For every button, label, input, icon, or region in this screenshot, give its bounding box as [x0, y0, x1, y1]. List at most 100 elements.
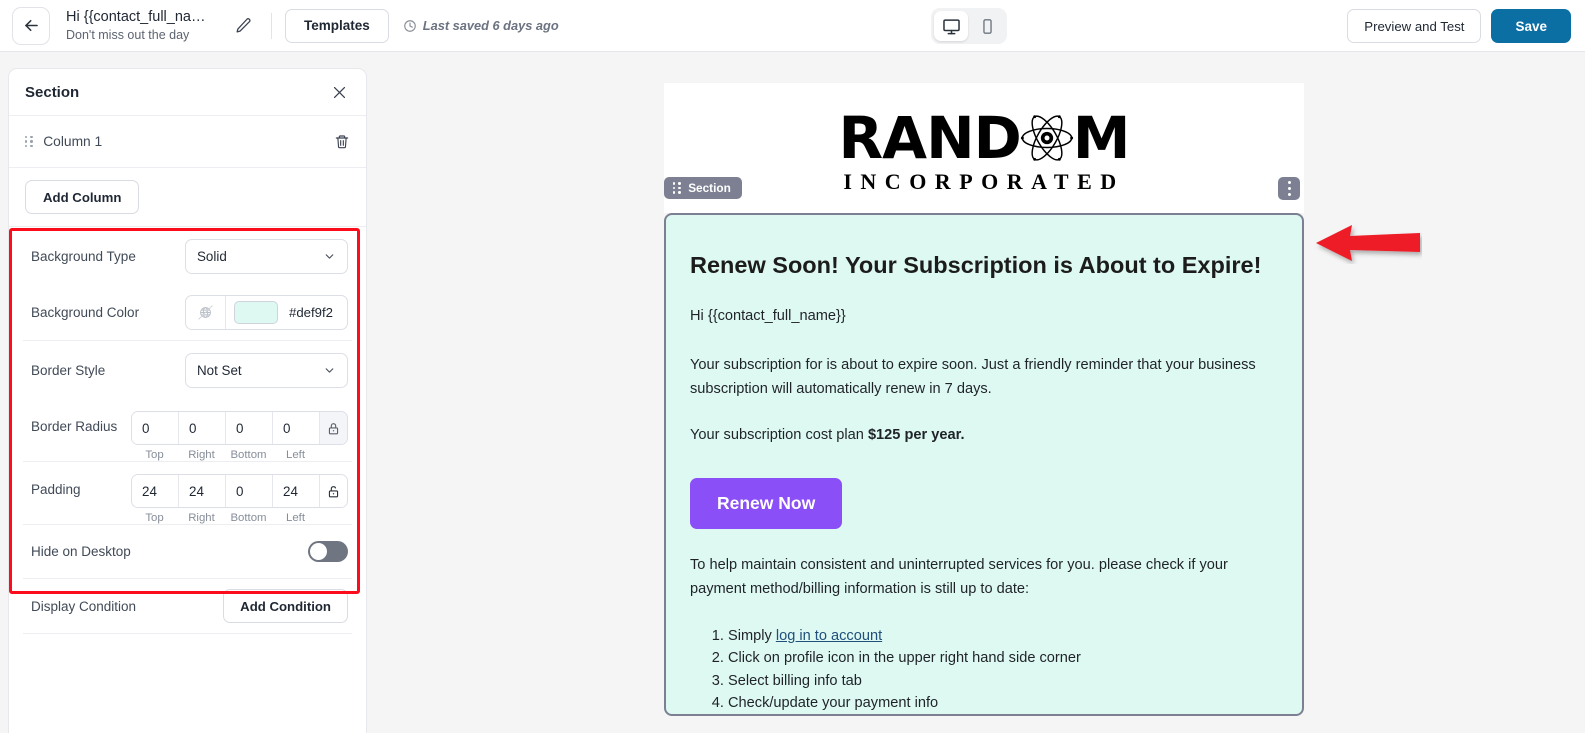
cost-prefix: Your subscription cost plan	[690, 427, 868, 444]
border-style-label: Border Style	[31, 362, 106, 378]
padding-top-input[interactable]: 24	[132, 475, 179, 507]
background-color-swatch[interactable]	[234, 301, 278, 324]
display-condition-row: Display Condition Add Condition	[9, 579, 366, 633]
column-item-left: Column 1	[25, 134, 102, 149]
email-steps-list: Simply log in to account Click on profil…	[690, 625, 1278, 714]
border-style-select[interactable]: Not Set	[185, 352, 348, 388]
email-builder-app: Hi {{contact_full_na… Don't miss out the…	[0, 0, 1585, 733]
section-settings-sidebar: Section Column 1 Add Column Background T…	[8, 68, 367, 733]
arrow-left-icon	[24, 19, 38, 32]
email-document: RAND M INCORPORATED Section Renew Soon! …	[664, 83, 1304, 716]
background-color-row: Background Color #def9f2	[9, 285, 366, 340]
renew-now-button[interactable]: Renew Now	[690, 477, 843, 529]
red-arrow-left-icon	[1316, 225, 1420, 261]
toolbar-divider	[271, 12, 272, 39]
side-label-left: Left	[286, 512, 305, 524]
add-condition-button[interactable]: Add Condition	[223, 589, 348, 623]
list-item: Click on profile icon in the upper right…	[728, 647, 1278, 669]
column-list-item[interactable]: Column 1	[9, 116, 366, 168]
save-label: Save	[1515, 18, 1547, 34]
padding-row: Padding 24 24 0 24 Top Right Bottom Left	[9, 462, 366, 524]
logo-section[interactable]: RAND M INCORPORATED Section	[664, 83, 1304, 213]
cost-amount: $125 per year.	[867, 427, 965, 444]
back-button[interactable]	[12, 6, 50, 45]
device-desktop-button[interactable]	[934, 11, 968, 41]
list-item: Check/update your payment info	[728, 692, 1278, 714]
logo-text-left: RAND	[838, 104, 1022, 172]
topbar-actions: Preview and Test Save	[1347, 9, 1571, 43]
settings-divider-5	[23, 633, 352, 634]
section-badge-label: Section	[688, 181, 731, 195]
drag-grip-icon[interactable]	[25, 135, 33, 148]
background-type-value: Solid	[197, 248, 227, 264]
sidebar-header: Section	[9, 69, 366, 116]
hide-on-desktop-row: Hide on Desktop	[9, 525, 366, 578]
kebab-dot	[1287, 192, 1291, 196]
background-type-row: Background Type Solid	[9, 227, 366, 285]
drag-grip-icon[interactable]	[673, 182, 681, 194]
background-color-control[interactable]: #def9f2	[185, 295, 348, 330]
border-style-value: Not Set	[197, 362, 242, 378]
email-paragraph-2: To help maintain consistent and uninterr…	[690, 556, 1228, 597]
padding-bottom-input[interactable]: 0	[226, 475, 273, 507]
border-radius-top-input[interactable]: 0	[132, 412, 179, 444]
border-radius-lock-button[interactable]	[320, 412, 347, 444]
list-item: Select billing info tab	[728, 670, 1278, 692]
background-color-label: Background Color	[31, 305, 140, 320]
hide-on-desktop-label: Hide on Desktop	[31, 544, 131, 559]
no-color-slash-icon	[198, 305, 213, 320]
email-paragraph-1: Your subscription for is about to expire…	[690, 357, 1256, 397]
padding-inputs: 24 24 0 24 Top Right Bottom Left	[131, 474, 348, 524]
lock-open-icon	[328, 485, 339, 497]
display-condition-label: Display Condition	[31, 598, 137, 614]
border-radius-right-input[interactable]: 0	[179, 412, 226, 444]
add-column-label: Add Column	[43, 189, 122, 205]
padding-group: 24 24 0 24	[131, 474, 348, 508]
section-options-button[interactable]	[1278, 177, 1300, 200]
email-preview-canvas: RAND M INCORPORATED Section Renew Soon! …	[367, 52, 1585, 733]
clock-icon	[403, 19, 416, 32]
renew-now-label: Renew Now	[717, 492, 816, 513]
side-label-top: Top	[145, 512, 164, 524]
save-button[interactable]: Save	[1491, 9, 1571, 43]
email-cost-line: Your subscription cost plan $125 per yea…	[690, 424, 1278, 448]
templates-button[interactable]: Templates	[285, 8, 389, 43]
add-column-row: Add Column	[9, 168, 366, 227]
side-label-bottom: Bottom	[230, 512, 267, 524]
padding-side-labels: Top Right Bottom Left	[131, 512, 348, 524]
border-radius-inputs: 0 0 0 0 Top Right Bottom Left	[131, 411, 348, 461]
column-label: Column 1	[43, 134, 103, 149]
add-column-button[interactable]: Add Column	[25, 180, 140, 214]
last-saved-text: Last saved 6 days ago	[422, 18, 559, 33]
preview-and-test-button[interactable]: Preview and Test	[1347, 9, 1482, 43]
hide-on-desktop-toggle[interactable]	[308, 541, 348, 562]
side-label-right: Right	[188, 512, 215, 524]
side-label-bottom: Bottom	[230, 449, 267, 461]
email-heading-bold: Renew Soon	[690, 252, 832, 278]
background-type-select[interactable]: Solid	[185, 238, 348, 274]
lock-closed-icon	[328, 422, 339, 434]
logo-wordmark: RAND M	[838, 104, 1131, 172]
device-mobile-button[interactable]	[970, 11, 1004, 41]
background-type-label: Background Type	[31, 248, 136, 264]
close-panel-button[interactable]	[328, 81, 350, 103]
border-radius-left-input[interactable]: 0	[273, 412, 320, 444]
login-link[interactable]: log in to account	[776, 628, 882, 644]
delete-column-button[interactable]	[334, 134, 350, 150]
chevron-down-icon	[325, 253, 334, 259]
section-badge[interactable]: Section	[664, 177, 742, 199]
close-x-icon	[333, 86, 345, 98]
edit-title-button[interactable]	[228, 11, 258, 41]
email-body-section[interactable]: Renew Soon! Your Subscription is About t…	[664, 213, 1304, 716]
border-radius-label: Border Radius	[31, 419, 118, 434]
atom-icon	[1020, 115, 1073, 161]
border-radius-group: 0 0 0 0	[131, 411, 348, 445]
logo-text-right: M	[1072, 104, 1131, 172]
padding-left-input[interactable]: 24	[273, 475, 320, 507]
padding-label: Padding	[31, 482, 81, 497]
no-color-button[interactable]	[186, 296, 226, 329]
padding-right-input[interactable]: 24	[179, 475, 226, 507]
padding-lock-button[interactable]	[320, 475, 347, 507]
page-title: Hi {{contact_full_na…	[66, 8, 206, 25]
border-radius-bottom-input[interactable]: 0	[226, 412, 273, 444]
